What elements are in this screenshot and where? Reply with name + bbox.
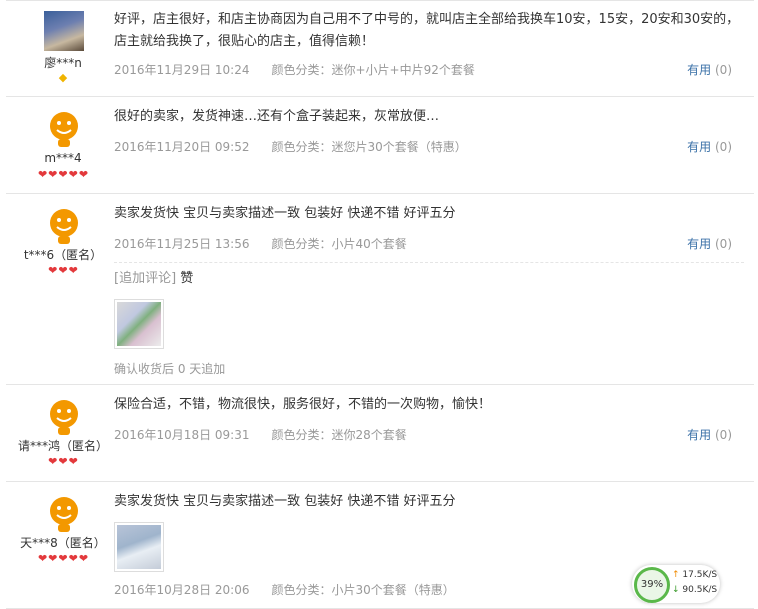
review-category: 颜色分类：迷你28个套餐 — [271, 428, 407, 442]
review-photo-thumbnail[interactable] — [114, 522, 164, 572]
reviewer-nick[interactable]: t***6（匿名） — [6, 246, 120, 263]
review-date: 2016年10月28日 20:06 — [114, 583, 250, 597]
review-content: 卖家发货快 宝贝与卖家描述一致 包装好 快递不错 好评五分 — [114, 206, 456, 221]
append-divider — [114, 262, 744, 263]
useful-count: (0) — [715, 63, 732, 77]
append-comment: [追加评论] 赞 — [114, 268, 634, 290]
review-category: 颜色分类：迷你+小片+中片92个套餐 — [271, 63, 475, 77]
useful-count: (0) — [715, 140, 732, 154]
reviewer-nick[interactable]: m***4 — [6, 151, 120, 165]
review-meta: 2016年11月25日 13:56 颜色分类：小片40个套餐 — [114, 235, 407, 252]
review-content: 很好的卖家，发货神速…还有个盒子装起来，灰常放便… — [114, 109, 440, 124]
useful-count: (0) — [715, 428, 732, 442]
reviewer-nick[interactable]: 请***鸿（匿名） — [6, 437, 120, 454]
usage-percent: 39% — [634, 567, 670, 603]
review-meta: 2016年10月28日 20:06 颜色分类：小片30个套餐（特惠） — [114, 581, 455, 598]
review-date: 2016年11月20日 09:52 — [114, 140, 250, 154]
review-meta: 2016年11月20日 09:52 颜色分类：迷您片30个套餐（特惠） — [114, 138, 467, 155]
review-item: 廖***n ◆ 好评，店主很好，和店主协商因为自己用不了中号的，就叫店主全部给我… — [6, 0, 754, 97]
useful-label[interactable]: 有用 — [687, 237, 711, 251]
diamond-icon: ◆ — [58, 71, 68, 84]
download-speed: ↓ 90.5K/S — [672, 585, 718, 595]
useful-label[interactable]: 有用 — [687, 63, 711, 77]
review-date: 2016年11月29日 10:24 — [114, 63, 250, 77]
useful-button[interactable]: 有用 (0) — [687, 61, 732, 78]
append-label: [追加评论] — [114, 271, 177, 286]
upload-speed: ↑ 17.5K/S — [672, 570, 718, 580]
useful-button[interactable]: 有用 (0) — [687, 235, 732, 252]
network-speed-widget[interactable]: 39% ↑ 17.5K/S ↓ 90.5K/S — [632, 565, 720, 603]
review-item: t***6（匿名） ❤❤❤ 卖家发货快 宝贝与卖家描述一致 包装好 快递不错 好… — [6, 194, 754, 385]
review-content: 保险合适，不错，物流很快，服务很好，不错的一次购物，愉快！ — [114, 397, 492, 412]
review-category: 颜色分类：小片40个套餐 — [271, 237, 407, 251]
useful-button[interactable]: 有用 (0) — [687, 426, 732, 443]
default-avatar-icon[interactable] — [44, 205, 84, 245]
level-badge: ❤❤❤ — [48, 264, 78, 277]
review-content: 好评，店主很好，和店主协商因为自己用不了中号的，就叫店主全部给我换车10安，15… — [114, 12, 740, 49]
avatar[interactable] — [44, 11, 84, 51]
review-date: 2016年10月18日 09:31 — [114, 428, 250, 442]
review-category: 颜色分类：小片30个套餐（特惠） — [271, 583, 455, 597]
default-avatar-icon[interactable] — [44, 396, 84, 436]
review-content: 卖家发货快 宝贝与卖家描述一致 包装好 快递不错 好评五分 — [114, 494, 456, 509]
append-note: 确认收货后 0 天追加 — [114, 362, 226, 376]
reviewer-nick[interactable]: 天***8（匿名） — [6, 534, 120, 551]
download-arrow-icon: ↓ — [672, 585, 680, 595]
useful-count: (0) — [715, 237, 732, 251]
upload-arrow-icon: ↑ — [672, 570, 680, 580]
review-category: 颜色分类：迷您片30个套餐（特惠） — [271, 140, 467, 154]
append-text: 赞 — [180, 271, 194, 286]
level-badge: ❤❤❤❤❤ — [37, 552, 89, 565]
review-date: 2016年11月25日 13:56 — [114, 237, 250, 251]
useful-label[interactable]: 有用 — [687, 140, 711, 154]
default-avatar-icon[interactable] — [44, 493, 84, 533]
level-badge: ❤❤❤ — [48, 455, 78, 468]
review-item: 请***鸿（匿名） ❤❤❤ 保险合适，不错，物流很快，服务很好，不错的一次购物，… — [6, 385, 754, 482]
review-item: m***4 ❤❤❤❤❤ 很好的卖家，发货神速…还有个盒子装起来，灰常放便… 20… — [6, 97, 754, 194]
reviewer-nick[interactable]: 廖***n — [6, 54, 120, 71]
useful-button[interactable]: 有用 (0) — [687, 138, 732, 155]
default-avatar-icon[interactable] — [44, 108, 84, 148]
useful-label[interactable]: 有用 — [687, 428, 711, 442]
level-badge: ◆ — [6, 72, 120, 84]
review-photo-thumbnail[interactable] — [114, 299, 164, 349]
review-meta: 2016年11月29日 10:24 颜色分类：迷你+小片+中片92个套餐 — [114, 61, 475, 78]
review-meta: 2016年10月18日 09:31 颜色分类：迷你28个套餐 — [114, 426, 407, 443]
level-badge: ❤❤❤❤❤ — [37, 168, 89, 181]
